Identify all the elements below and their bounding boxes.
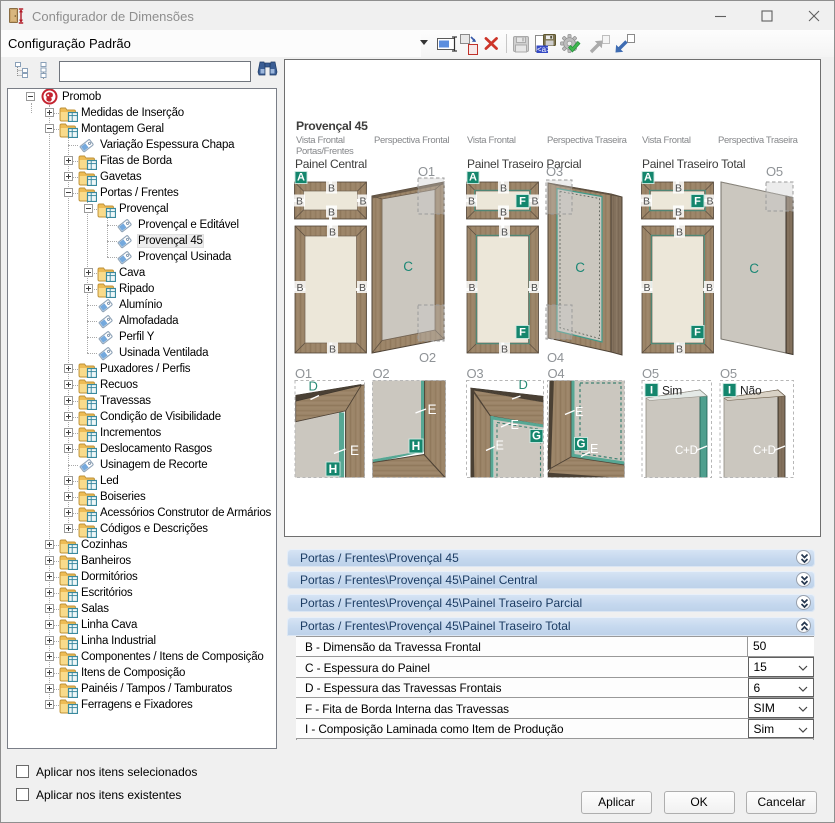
svg-text:C+D: C+D	[753, 445, 776, 457]
svg-text:Perspectiva Traseira: Perspectiva Traseira	[718, 135, 799, 146]
svg-text:I: I	[650, 385, 653, 397]
svg-text:F: F	[694, 196, 701, 208]
svg-text:A: A	[297, 172, 305, 184]
svg-text:C: C	[403, 259, 413, 274]
svg-text:O3: O3	[467, 366, 484, 381]
svg-text:B: B	[500, 207, 507, 219]
svg-text:D: D	[519, 377, 528, 392]
svg-text:G: G	[577, 439, 586, 451]
svg-text:F: F	[519, 196, 526, 208]
svg-text:B: B	[359, 196, 366, 208]
svg-text:Vista Frontal: Vista Frontal	[642, 135, 691, 146]
svg-text:I: I	[728, 385, 731, 397]
svg-text:C: C	[749, 261, 759, 276]
svg-text:O3: O3	[546, 164, 563, 179]
svg-text:Não: Não	[740, 384, 762, 398]
svg-text:O2: O2	[373, 366, 390, 381]
svg-text:B: B	[328, 207, 335, 219]
svg-text:E: E	[496, 439, 504, 453]
svg-text:F: F	[694, 327, 701, 339]
svg-text:B: B	[643, 196, 650, 208]
svg-text:C+D: C+D	[675, 445, 698, 457]
svg-text:B: B	[676, 227, 683, 239]
svg-text:O5: O5	[720, 366, 737, 381]
svg-text:B: B	[359, 282, 366, 294]
svg-text:B: B	[468, 282, 475, 294]
svg-text:B: B	[296, 282, 303, 294]
svg-text:B: B	[328, 183, 335, 195]
svg-text:B: B	[329, 227, 336, 239]
svg-text:Vista Frontal: Vista Frontal	[296, 135, 345, 146]
svg-text:Portas/Frentes: Portas/Frentes	[296, 146, 354, 157]
svg-text:Provençal 45: Provençal 45	[296, 119, 368, 133]
svg-text:B: B	[531, 196, 538, 208]
svg-text:B: B	[296, 196, 303, 208]
svg-text:C: C	[575, 260, 585, 275]
svg-text:H: H	[329, 462, 338, 476]
svg-text:E: E	[590, 442, 598, 456]
svg-text:Vista Frontal: Vista Frontal	[467, 135, 516, 146]
svg-text:Sim: Sim	[662, 384, 682, 398]
svg-text:O1: O1	[418, 164, 435, 179]
svg-text:B: B	[501, 227, 508, 239]
svg-text:A: A	[469, 172, 477, 184]
svg-text:B: B	[706, 196, 713, 208]
svg-text:Painel Central: Painel Central	[295, 157, 367, 171]
svg-text:Perspectiva Frontal: Perspectiva Frontal	[374, 135, 449, 146]
svg-text:O5: O5	[766, 164, 783, 179]
svg-text:B: B	[500, 183, 507, 195]
svg-text:B: B	[643, 282, 650, 294]
svg-text:H: H	[412, 439, 421, 453]
svg-text:E: E	[350, 443, 359, 458]
svg-text:<a>: <a>	[537, 45, 551, 54]
svg-text:B: B	[675, 207, 682, 219]
svg-text:B: B	[706, 282, 713, 294]
svg-text:Painel Traseiro Parcial: Painel Traseiro Parcial	[467, 157, 581, 171]
svg-text:Perspectiva Traseira: Perspectiva Traseira	[547, 135, 628, 146]
svg-text:B: B	[329, 344, 336, 356]
svg-text:A: A	[644, 172, 652, 184]
svg-text:E: E	[575, 405, 583, 419]
svg-text:O4: O4	[547, 350, 564, 365]
svg-text:O4: O4	[548, 366, 565, 381]
svg-text:B: B	[468, 196, 475, 208]
svg-text:F: F	[519, 327, 526, 339]
svg-text:B: B	[675, 183, 682, 195]
svg-text:E: E	[428, 402, 437, 417]
svg-text:B: B	[501, 344, 508, 356]
svg-text:O2: O2	[419, 350, 436, 365]
svg-text:Painel Traseiro Total: Painel Traseiro Total	[642, 157, 745, 171]
svg-text:O5: O5	[642, 366, 659, 381]
svg-text:B: B	[676, 344, 683, 356]
svg-text:E: E	[511, 418, 519, 432]
svg-text:B: B	[531, 282, 538, 294]
svg-text:G: G	[532, 431, 541, 443]
